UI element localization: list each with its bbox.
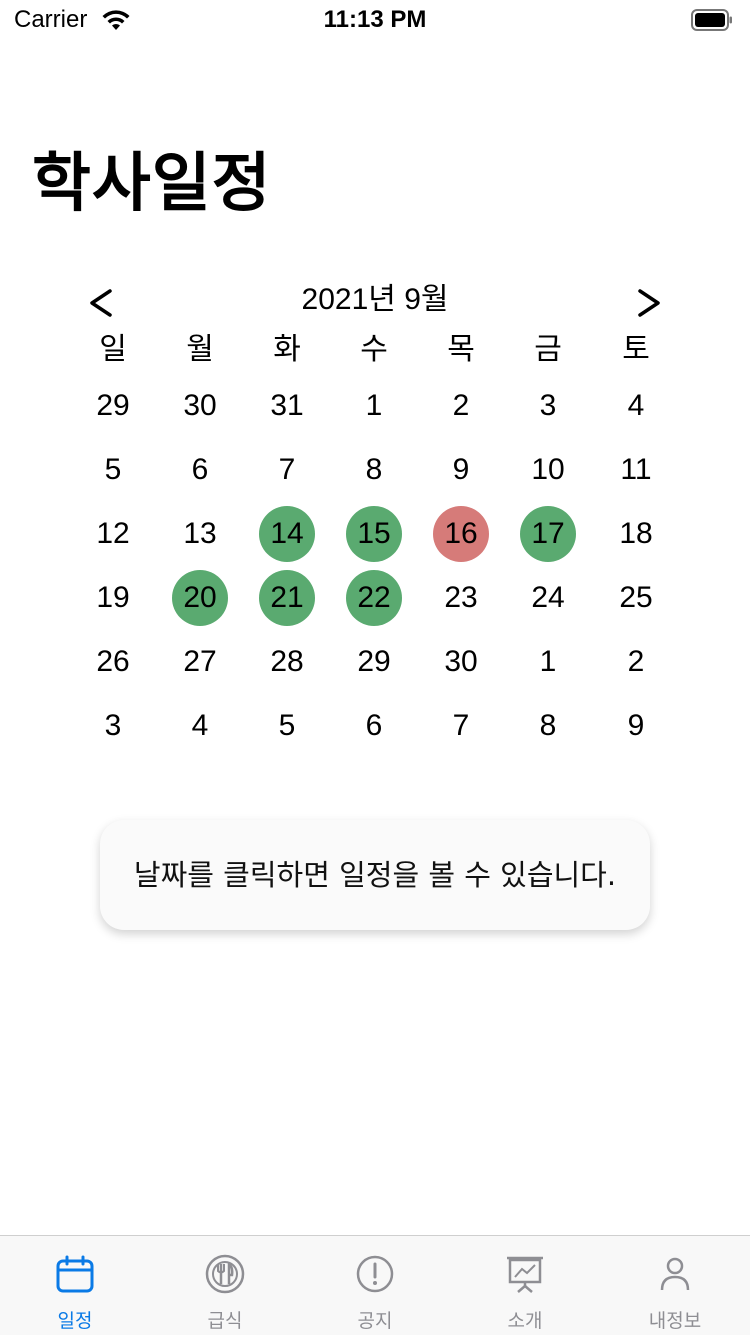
hint-text: 날짜를 클릭하면 일정을 볼 수 있습니다. <box>133 858 617 892</box>
hint-card: 날짜를 클릭하면 일정을 볼 수 있습니다. <box>100 820 650 930</box>
calendar-icon <box>55 1254 95 1294</box>
calendar-day-event[interactable]: 21 <box>259 570 315 626</box>
calendar-day[interactable]: 8 <box>346 442 402 498</box>
calendar-day[interactable]: 3 <box>520 378 576 434</box>
status-time: 11:13 PM <box>323 6 427 33</box>
tab-notice[interactable]: 공지 <box>300 1236 450 1335</box>
calendar-day[interactable]: 13 <box>172 506 228 562</box>
battery-icon <box>691 9 732 31</box>
tab-bar: 일정 급식 공지 소개 내정보 <box>0 1235 750 1335</box>
calendar-day-event[interactable]: 17 <box>520 506 576 562</box>
meal-icon <box>205 1254 245 1294</box>
calendar-day[interactable]: 7 <box>259 442 315 498</box>
weekday-label: 목 <box>447 332 475 367</box>
calendar-day[interactable]: 19 <box>85 570 141 626</box>
calendar-day[interactable]: 6 <box>346 698 402 754</box>
tab-meal[interactable]: 급식 <box>150 1236 300 1335</box>
calendar-day[interactable]: 27 <box>172 634 228 690</box>
notice-icon <box>355 1254 395 1294</box>
calendar-day[interactable]: 9 <box>433 442 489 498</box>
tab-presentation[interactable]: 소개 <box>450 1236 600 1335</box>
calendar-day[interactable]: 12 <box>85 506 141 562</box>
calendar-day[interactable]: 2 <box>608 634 664 690</box>
calendar-day[interactable]: 29 <box>85 378 141 434</box>
next-month-button[interactable] <box>632 286 666 320</box>
calendar-day[interactable]: 4 <box>608 378 664 434</box>
calendar-day[interactable]: 30 <box>172 378 228 434</box>
tab-label: 소개 <box>507 1310 543 1332</box>
calendar-day[interactable]: 10 <box>520 442 576 498</box>
calendar-day[interactable]: 9 <box>608 698 664 754</box>
presentation-icon <box>505 1254 545 1294</box>
calendar-day[interactable]: 31 <box>259 378 315 434</box>
tab-label: 일정 <box>57 1310 93 1332</box>
tab-person[interactable]: 내정보 <box>600 1236 750 1335</box>
calendar-day[interactable]: 30 <box>433 634 489 690</box>
calendar-day-event[interactable]: 15 <box>346 506 402 562</box>
calendar-day[interactable]: 2 <box>433 378 489 434</box>
calendar-day[interactable]: 8 <box>520 698 576 754</box>
calendar-day[interactable]: 18 <box>608 506 664 562</box>
calendar-day[interactable]: 23 <box>433 570 489 626</box>
calendar-day[interactable]: 11 <box>608 442 664 498</box>
weekday-label: 일 <box>99 332 127 367</box>
calendar-day[interactable]: 29 <box>346 634 402 690</box>
weekday-label: 월 <box>186 332 214 367</box>
status-bar: Carrier 11:13 PM <box>0 0 750 40</box>
weekday-label: 토 <box>622 332 650 367</box>
person-icon <box>655 1254 695 1294</box>
calendar-day[interactable]: 1 <box>346 378 402 434</box>
tab-label: 급식 <box>207 1310 243 1332</box>
weekday-label: 수 <box>360 332 388 367</box>
calendar-day[interactable]: 28 <box>259 634 315 690</box>
tab-label: 공지 <box>357 1310 393 1332</box>
calendar-day[interactable]: 1 <box>520 634 576 690</box>
calendar-day-event[interactable]: 16 <box>433 506 489 562</box>
calendar-day-event[interactable]: 14 <box>259 506 315 562</box>
calendar-day[interactable]: 7 <box>433 698 489 754</box>
calendar-day[interactable]: 6 <box>172 442 228 498</box>
calendar-day[interactable]: 3 <box>85 698 141 754</box>
tab-calendar[interactable]: 일정 <box>0 1236 150 1335</box>
calendar-day[interactable]: 5 <box>85 442 141 498</box>
calendar-day[interactable]: 26 <box>85 634 141 690</box>
tab-label: 내정보 <box>648 1310 702 1332</box>
page-title: 학사일정 <box>32 147 272 221</box>
calendar-day-event[interactable]: 20 <box>172 570 228 626</box>
calendar-day-event[interactable]: 22 <box>346 570 402 626</box>
weekday-label: 화 <box>273 332 301 367</box>
calendar-day[interactable]: 5 <box>259 698 315 754</box>
calendar-day[interactable]: 25 <box>608 570 664 626</box>
weekday-header-row: 일월화수목금토 <box>0 330 750 370</box>
calendar-day[interactable]: 4 <box>172 698 228 754</box>
calendar-day[interactable]: 24 <box>520 570 576 626</box>
weekday-label: 금 <box>534 332 562 367</box>
